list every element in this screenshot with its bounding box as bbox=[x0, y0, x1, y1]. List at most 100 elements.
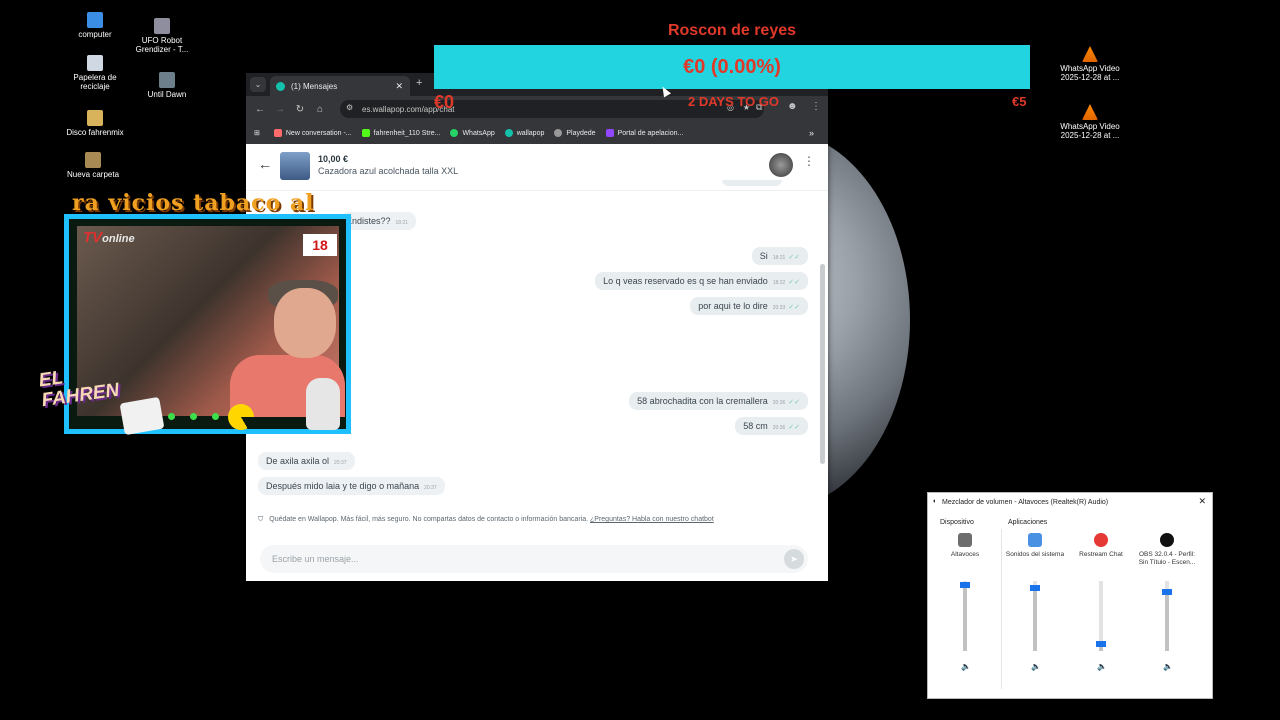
restream-icon[interactable] bbox=[1094, 533, 1108, 547]
channel-label: OBS 32.0.4 - Perfil: Sin Título - Escen.… bbox=[1138, 551, 1196, 566]
obs-icon[interactable] bbox=[1160, 533, 1174, 547]
message-text: por aqui te lo dire bbox=[698, 301, 768, 311]
game-icon bbox=[159, 72, 175, 88]
close-tab-icon[interactable]: ✕ bbox=[395, 81, 403, 92]
tab-mensajes[interactable]: (1) Mensajes ✕ bbox=[270, 76, 410, 96]
desktop-icon-whatsapp-video-1[interactable]: WhatsApp Video 2025-12-28 at ... bbox=[1055, 46, 1125, 82]
desktop-icon-recycle-bin[interactable]: Papelera de reciclaje bbox=[60, 55, 130, 91]
volume-slider-thumb[interactable] bbox=[960, 581, 970, 588]
apps-header: Aplicaciones bbox=[1008, 519, 1048, 526]
message-bubble-cut bbox=[722, 180, 782, 186]
volume-slider-thumb[interactable] bbox=[1030, 585, 1040, 591]
goal-amount: €0 (0.00%) bbox=[683, 55, 781, 78]
tv-logo-sub: online bbox=[102, 233, 135, 245]
volume-slider-fill bbox=[963, 584, 967, 651]
new-tab-icon[interactable]: + bbox=[416, 77, 422, 89]
avatar[interactable] bbox=[769, 153, 793, 177]
message-time: 20:36 bbox=[772, 425, 786, 431]
tv-logo-text: TV bbox=[83, 229, 103, 246]
chat-scrollbar[interactable] bbox=[820, 264, 825, 464]
message-input-placeholder: Escribe un mensaje... bbox=[272, 554, 359, 564]
bookmark-favicon-icon bbox=[273, 129, 282, 137]
message-out: Si 18:21 ✓✓ bbox=[751, 247, 808, 265]
chat-options-icon[interactable]: ⋮ bbox=[803, 154, 815, 168]
desktop-icon-disco[interactable]: Disco fahrenmix bbox=[60, 110, 130, 137]
tab-search-chevron-icon[interactable]: ⌄ bbox=[250, 77, 266, 92]
message-in: Endistes?? 18:21 bbox=[340, 212, 417, 230]
forward-icon[interactable]: → bbox=[270, 104, 290, 115]
volume-slider-thumb[interactable] bbox=[1096, 641, 1106, 647]
message-text: 58 abrochadita con la cremallera bbox=[637, 396, 768, 406]
send-icon[interactable]: ➤ bbox=[784, 549, 804, 569]
desktop-icon-nueva-carpeta[interactable]: Nueva carpeta bbox=[58, 152, 128, 179]
mute-speaker-icon[interactable]: 🔈 bbox=[1031, 662, 1041, 671]
message-time: 20:37 bbox=[424, 485, 437, 491]
bookmark-wallapop[interactable]: wallapop bbox=[504, 129, 544, 137]
volume-slider[interactable] bbox=[1096, 581, 1106, 651]
message-out: Lo q veas reservado es q se han enviado 1… bbox=[595, 272, 808, 290]
shield-icon: ⛉ bbox=[258, 516, 264, 523]
disk-icon bbox=[87, 110, 103, 126]
mute-speaker-icon[interactable]: 🔈 bbox=[1163, 662, 1173, 671]
pac-dot-icon bbox=[212, 413, 219, 420]
desktop-icon-ufo-robot[interactable]: UFO Robot Grendizer - T... bbox=[127, 18, 197, 54]
safety-notice: ⛉ Quédate en Wallapop. Más fácil, más seg… bbox=[258, 516, 714, 524]
close-icon[interactable]: ✕ bbox=[1198, 496, 1206, 507]
channel-label: Sonidos del sistema bbox=[1005, 551, 1065, 558]
volume-slider-fill bbox=[1033, 588, 1037, 651]
pac-dot-icon bbox=[190, 413, 197, 420]
site-info-icon[interactable]: ⚙ bbox=[346, 103, 353, 112]
apps-grid-icon[interactable]: ⊞ bbox=[254, 129, 260, 137]
system-sounds-icon[interactable] bbox=[1028, 533, 1042, 547]
volume-slider-fill bbox=[1165, 591, 1169, 651]
channel-altavoces: Altavoces bbox=[932, 533, 998, 559]
safety-notice-text: Quédate en Wallapop. Más fácil, más segu… bbox=[269, 516, 589, 523]
recycle-bin-icon bbox=[87, 55, 103, 71]
read-check-icon: ✓✓ bbox=[788, 304, 800, 311]
desktop-icon-label: Until Dawn bbox=[147, 90, 187, 99]
message-input[interactable]: Escribe un mensaje... ➤ bbox=[260, 545, 808, 573]
product-price: 10,00 € bbox=[318, 154, 349, 164]
back-icon[interactable]: ← bbox=[250, 104, 270, 115]
product-title[interactable]: Cazadora azul acolchada talla XXL bbox=[318, 166, 458, 176]
bookmark-label: Portal de apelacion... bbox=[617, 129, 684, 137]
overlay-marquee-text: ra vicios tabaco al bbox=[72, 190, 315, 216]
desktop-icon-until-dawn[interactable]: Until Dawn bbox=[132, 72, 202, 99]
home-icon[interactable]: ⌂ bbox=[310, 104, 330, 115]
goal-time-remaining: 2 DAYS TO GO bbox=[688, 94, 780, 109]
product-thumbnail[interactable] bbox=[280, 152, 310, 180]
message-time: 20:37 bbox=[334, 460, 347, 466]
desktop-icon-computer[interactable]: computer bbox=[60, 12, 130, 39]
reload-icon[interactable]: ↻ bbox=[290, 104, 310, 115]
read-check-icon: ✓✓ bbox=[788, 279, 800, 286]
mute-speaker-icon[interactable]: 🔈 bbox=[961, 662, 971, 671]
desktop-icon-label: Nueva carpeta bbox=[66, 170, 120, 179]
desktop-icon-whatsapp-video-2[interactable]: WhatsApp Video 2025-12-28 at ... bbox=[1055, 104, 1125, 140]
read-check-icon: ✓✓ bbox=[788, 254, 800, 261]
back-arrow-icon[interactable]: ← bbox=[258, 156, 272, 172]
bookmark-portal-apelacion[interactable]: Portal de apelacion... bbox=[605, 129, 684, 137]
chatbot-link[interactable]: ¿Preguntas? Habla con nuestro chatbot bbox=[590, 516, 714, 523]
bookmark-whatsapp[interactable]: WhatsApp bbox=[450, 129, 495, 137]
menu-kebab-icon[interactable]: ⋮ bbox=[811, 101, 821, 112]
speaker-device-icon[interactable] bbox=[958, 533, 972, 547]
twitch-icon bbox=[605, 129, 614, 137]
goal-progress-bar: €0 (0.00%) bbox=[434, 45, 1030, 89]
bookmark-new-conversation[interactable]: New conversation -... bbox=[273, 129, 352, 137]
message-text: Si bbox=[759, 251, 768, 261]
bookmarks-overflow-icon[interactable]: » bbox=[809, 128, 814, 138]
message-time: 20:36 bbox=[772, 400, 786, 406]
message-text: Endistes?? bbox=[346, 216, 391, 226]
profile-icon[interactable]: ☻ bbox=[787, 101, 798, 112]
volume-mixer-window: ◖ Mezclador de volumen - Altavoces (Real… bbox=[927, 492, 1213, 699]
volume-slider[interactable] bbox=[960, 581, 970, 651]
message-text: De axila axila ol bbox=[266, 456, 330, 466]
volume-slider[interactable] bbox=[1162, 581, 1172, 651]
mute-speaker-icon[interactable]: 🔈 bbox=[1097, 662, 1107, 671]
volume-slider-thumb[interactable] bbox=[1162, 588, 1172, 595]
bookmark-fahrenheit[interactable]: fahrenheit_110 Stre... bbox=[361, 129, 440, 137]
wallapop-favicon-icon bbox=[276, 81, 285, 91]
volume-slider[interactable] bbox=[1030, 581, 1040, 651]
bookmark-playdede[interactable]: Playdede bbox=[554, 129, 596, 137]
bookmark-label: WhatsApp bbox=[462, 129, 495, 137]
